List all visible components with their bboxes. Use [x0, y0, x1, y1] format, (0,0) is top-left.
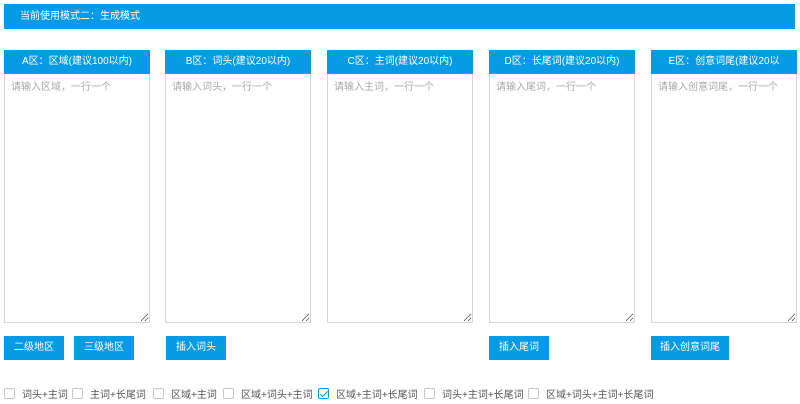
level2-region-button[interactable]: 二级地区 — [4, 336, 64, 360]
insert-creative-tail-button[interactable]: 插入创意词尾 — [651, 336, 729, 360]
checkbox-checked[interactable] — [318, 387, 329, 399]
option-label: 主词+长尾词 — [90, 389, 146, 401]
insert-head-button[interactable]: 插入词头 — [166, 336, 226, 360]
option-head-main-longtail[interactable]: 词头+主词+长尾词 — [424, 386, 524, 401]
column-c: C区：主词(建议20以内) — [327, 50, 473, 323]
checkbox[interactable] — [223, 387, 234, 399]
option-region-head-main-longtail[interactable]: 区域+词头+主词+长尾词 — [528, 386, 654, 401]
column-d: D区：长尾词(建议20以内) — [489, 50, 635, 323]
checkbox[interactable] — [528, 387, 539, 399]
option-label: 区域+词头+主词 — [241, 389, 313, 401]
region-textarea[interactable] — [4, 74, 150, 323]
checkbox[interactable] — [153, 387, 164, 399]
column-b: B区：词头(建议20以内) — [165, 50, 311, 323]
column-e-header: E区：创意词尾(建议20以 — [651, 50, 797, 74]
option-head-main[interactable]: 词头+主词 — [4, 386, 68, 401]
main-word-textarea[interactable] — [327, 74, 473, 323]
column-a: A区：区域(建议100以内) — [4, 50, 150, 323]
head-word-textarea[interactable] — [165, 74, 311, 323]
column-c-header: C区：主词(建议20以内) — [327, 50, 473, 74]
creative-tail-textarea[interactable] — [651, 74, 797, 323]
option-region-head-main[interactable]: 区域+词头+主词 — [223, 386, 313, 401]
mode-banner: 当前使用模式二：生成模式 — [4, 4, 795, 29]
column-d-header: D区：长尾词(建议20以内) — [489, 50, 635, 74]
column-b-header: B区：词头(建议20以内) — [165, 50, 311, 74]
checkbox[interactable] — [424, 387, 435, 399]
option-label: 词头+主词 — [22, 389, 68, 401]
option-label: 区域+词头+主词+长尾词 — [546, 389, 654, 401]
long-tail-textarea[interactable] — [489, 74, 635, 323]
option-label: 词头+主词+长尾词 — [442, 389, 524, 401]
column-a-header: A区：区域(建议100以内) — [4, 50, 150, 74]
insert-tail-button[interactable]: 插入尾词 — [489, 336, 549, 360]
column-e: E区：创意词尾(建议20以 — [651, 50, 797, 323]
checkbox[interactable] — [72, 387, 83, 399]
level3-region-button[interactable]: 三级地区 — [74, 336, 134, 360]
option-region-main[interactable]: 区域+主词 — [153, 386, 217, 401]
option-main-longtail[interactable]: 主词+长尾词 — [72, 386, 146, 401]
checkbox[interactable] — [4, 387, 15, 399]
option-label: 区域+主词 — [171, 389, 217, 401]
option-region-main-longtail[interactable]: 区域+主词+长尾词 — [318, 386, 418, 401]
option-label: 区域+主词+长尾词 — [336, 389, 418, 401]
